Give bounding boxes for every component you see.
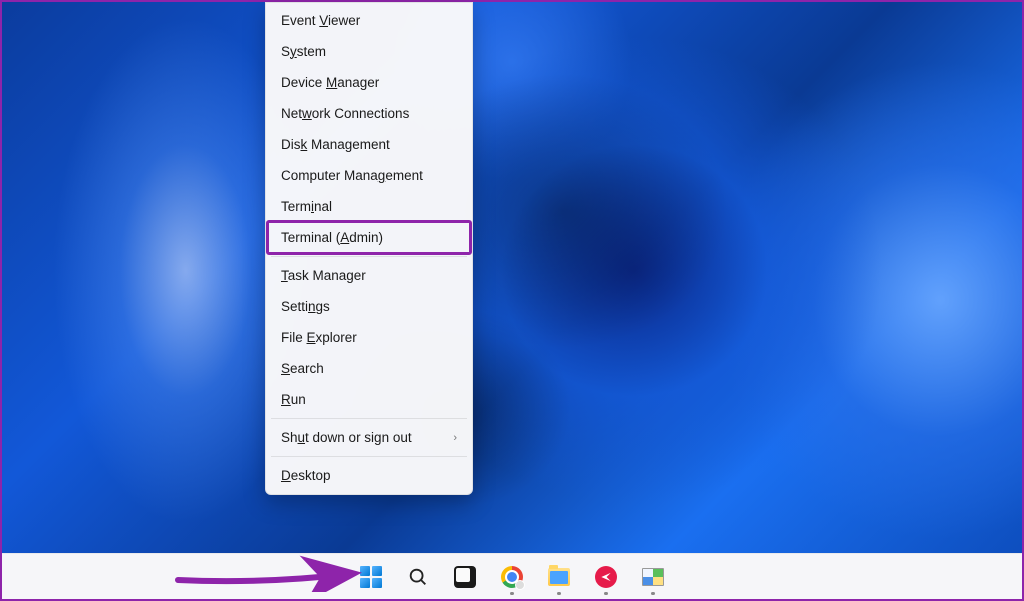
ctx-separator — [271, 256, 467, 257]
ctx-desktop[interactable]: Desktop — [269, 460, 469, 491]
ctx-terminal-admin[interactable]: Terminal (Admin) — [269, 222, 469, 253]
ctx-disk-management[interactable]: Disk Management — [269, 129, 469, 160]
task-view-button[interactable] — [444, 558, 486, 596]
taskbar-recorder[interactable] — [585, 558, 627, 596]
winx-context-menu: Event Viewer System Device Manager Netwo… — [265, 2, 473, 495]
desktop-wallpaper — [2, 2, 1022, 599]
ctx-search[interactable]: Search — [269, 353, 469, 384]
control-panel-icon — [642, 568, 664, 586]
ctx-shut-down[interactable]: Shut down or sign out› — [269, 422, 469, 453]
folder-icon — [548, 568, 570, 586]
ctx-system[interactable]: System — [269, 36, 469, 67]
ctx-network-connections[interactable]: Network Connections — [269, 98, 469, 129]
start-button[interactable] — [350, 558, 392, 596]
ctx-settings[interactable]: Settings — [269, 291, 469, 322]
ctx-device-manager[interactable]: Device Manager — [269, 67, 469, 98]
taskbar — [2, 553, 1022, 599]
ctx-terminal[interactable]: Terminal — [269, 191, 469, 222]
ctx-separator — [271, 418, 467, 419]
ctx-run[interactable]: Run — [269, 384, 469, 415]
taskbar-search-button[interactable] — [397, 558, 439, 596]
chevron-right-icon: › — [453, 432, 457, 444]
search-icon — [407, 566, 429, 588]
ctx-event-viewer[interactable]: Event Viewer — [269, 5, 469, 36]
ctx-file-explorer[interactable]: File Explorer — [269, 322, 469, 353]
ctx-task-manager[interactable]: Task Manager — [269, 260, 469, 291]
recorder-icon — [595, 566, 617, 588]
taskbar-file-explorer[interactable] — [538, 558, 580, 596]
task-view-icon — [454, 566, 476, 588]
ctx-computer-management[interactable]: Computer Management — [269, 160, 469, 191]
taskbar-chrome[interactable] — [491, 558, 533, 596]
taskbar-control-panel[interactable] — [632, 558, 674, 596]
windows-start-icon — [360, 566, 382, 588]
ctx-separator — [271, 456, 467, 457]
chrome-icon — [501, 566, 523, 588]
